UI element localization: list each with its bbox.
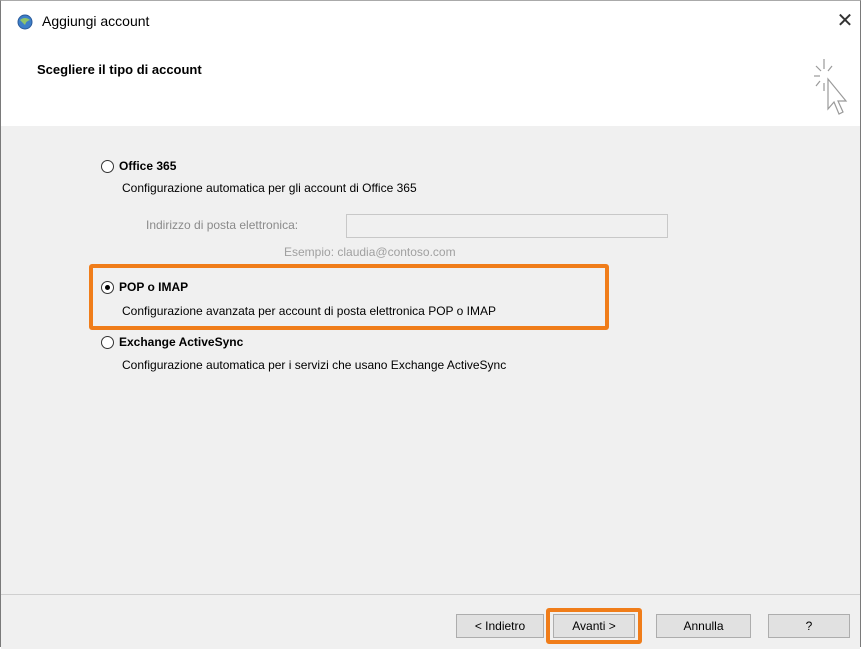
activesync-radio[interactable] [101,335,114,349]
office365-radio[interactable] [101,159,114,173]
button-bar: < Indietro Avanti > Annulla ? [1,594,860,649]
pop-imap-label: POP o IMAP [119,280,189,294]
next-button[interactable]: Avanti > [553,614,635,638]
pop-imap-option[interactable]: POP o IMAP [101,280,188,294]
cursor-click-icon [814,59,848,115]
email-example: Esempio: claudia@contoso.com [284,245,456,259]
title-bar: Aggiungi account ✕ [1,1,860,41]
activesync-option[interactable]: Exchange ActiveSync [101,335,243,349]
wizard-header: Scegliere il tipo di account [1,41,860,127]
activesync-description: Configurazione automatica per i servizi … [122,358,507,372]
cancel-button[interactable]: Annulla [656,614,751,638]
pop-imap-description: Configurazione avanzata per account di p… [122,304,496,318]
back-button[interactable]: < Indietro [456,614,544,638]
add-account-dialog: Aggiungi account ✕ Scegliere il tipo di … [0,0,861,649]
help-button[interactable]: ? [768,614,850,638]
office365-label: Office 365 [119,159,177,173]
page-title: Scegliere il tipo di account [37,62,202,77]
close-button[interactable]: ✕ [830,6,860,36]
email-label: Indirizzo di posta elettronica: [146,218,299,232]
window-title: Aggiungi account [42,13,150,29]
activesync-label: Exchange ActiveSync [119,335,244,349]
close-icon: ✕ [836,10,854,32]
account-type-panel: Office 365 Configurazione automatica per… [1,126,860,594]
pop-imap-highlight [89,264,609,330]
outlook-app-icon [17,14,33,30]
pop-imap-radio[interactable] [101,280,114,294]
office365-description: Configurazione automatica per gli accoun… [122,181,417,195]
office365-option[interactable]: Office 365 [101,159,176,173]
email-field [346,214,668,238]
